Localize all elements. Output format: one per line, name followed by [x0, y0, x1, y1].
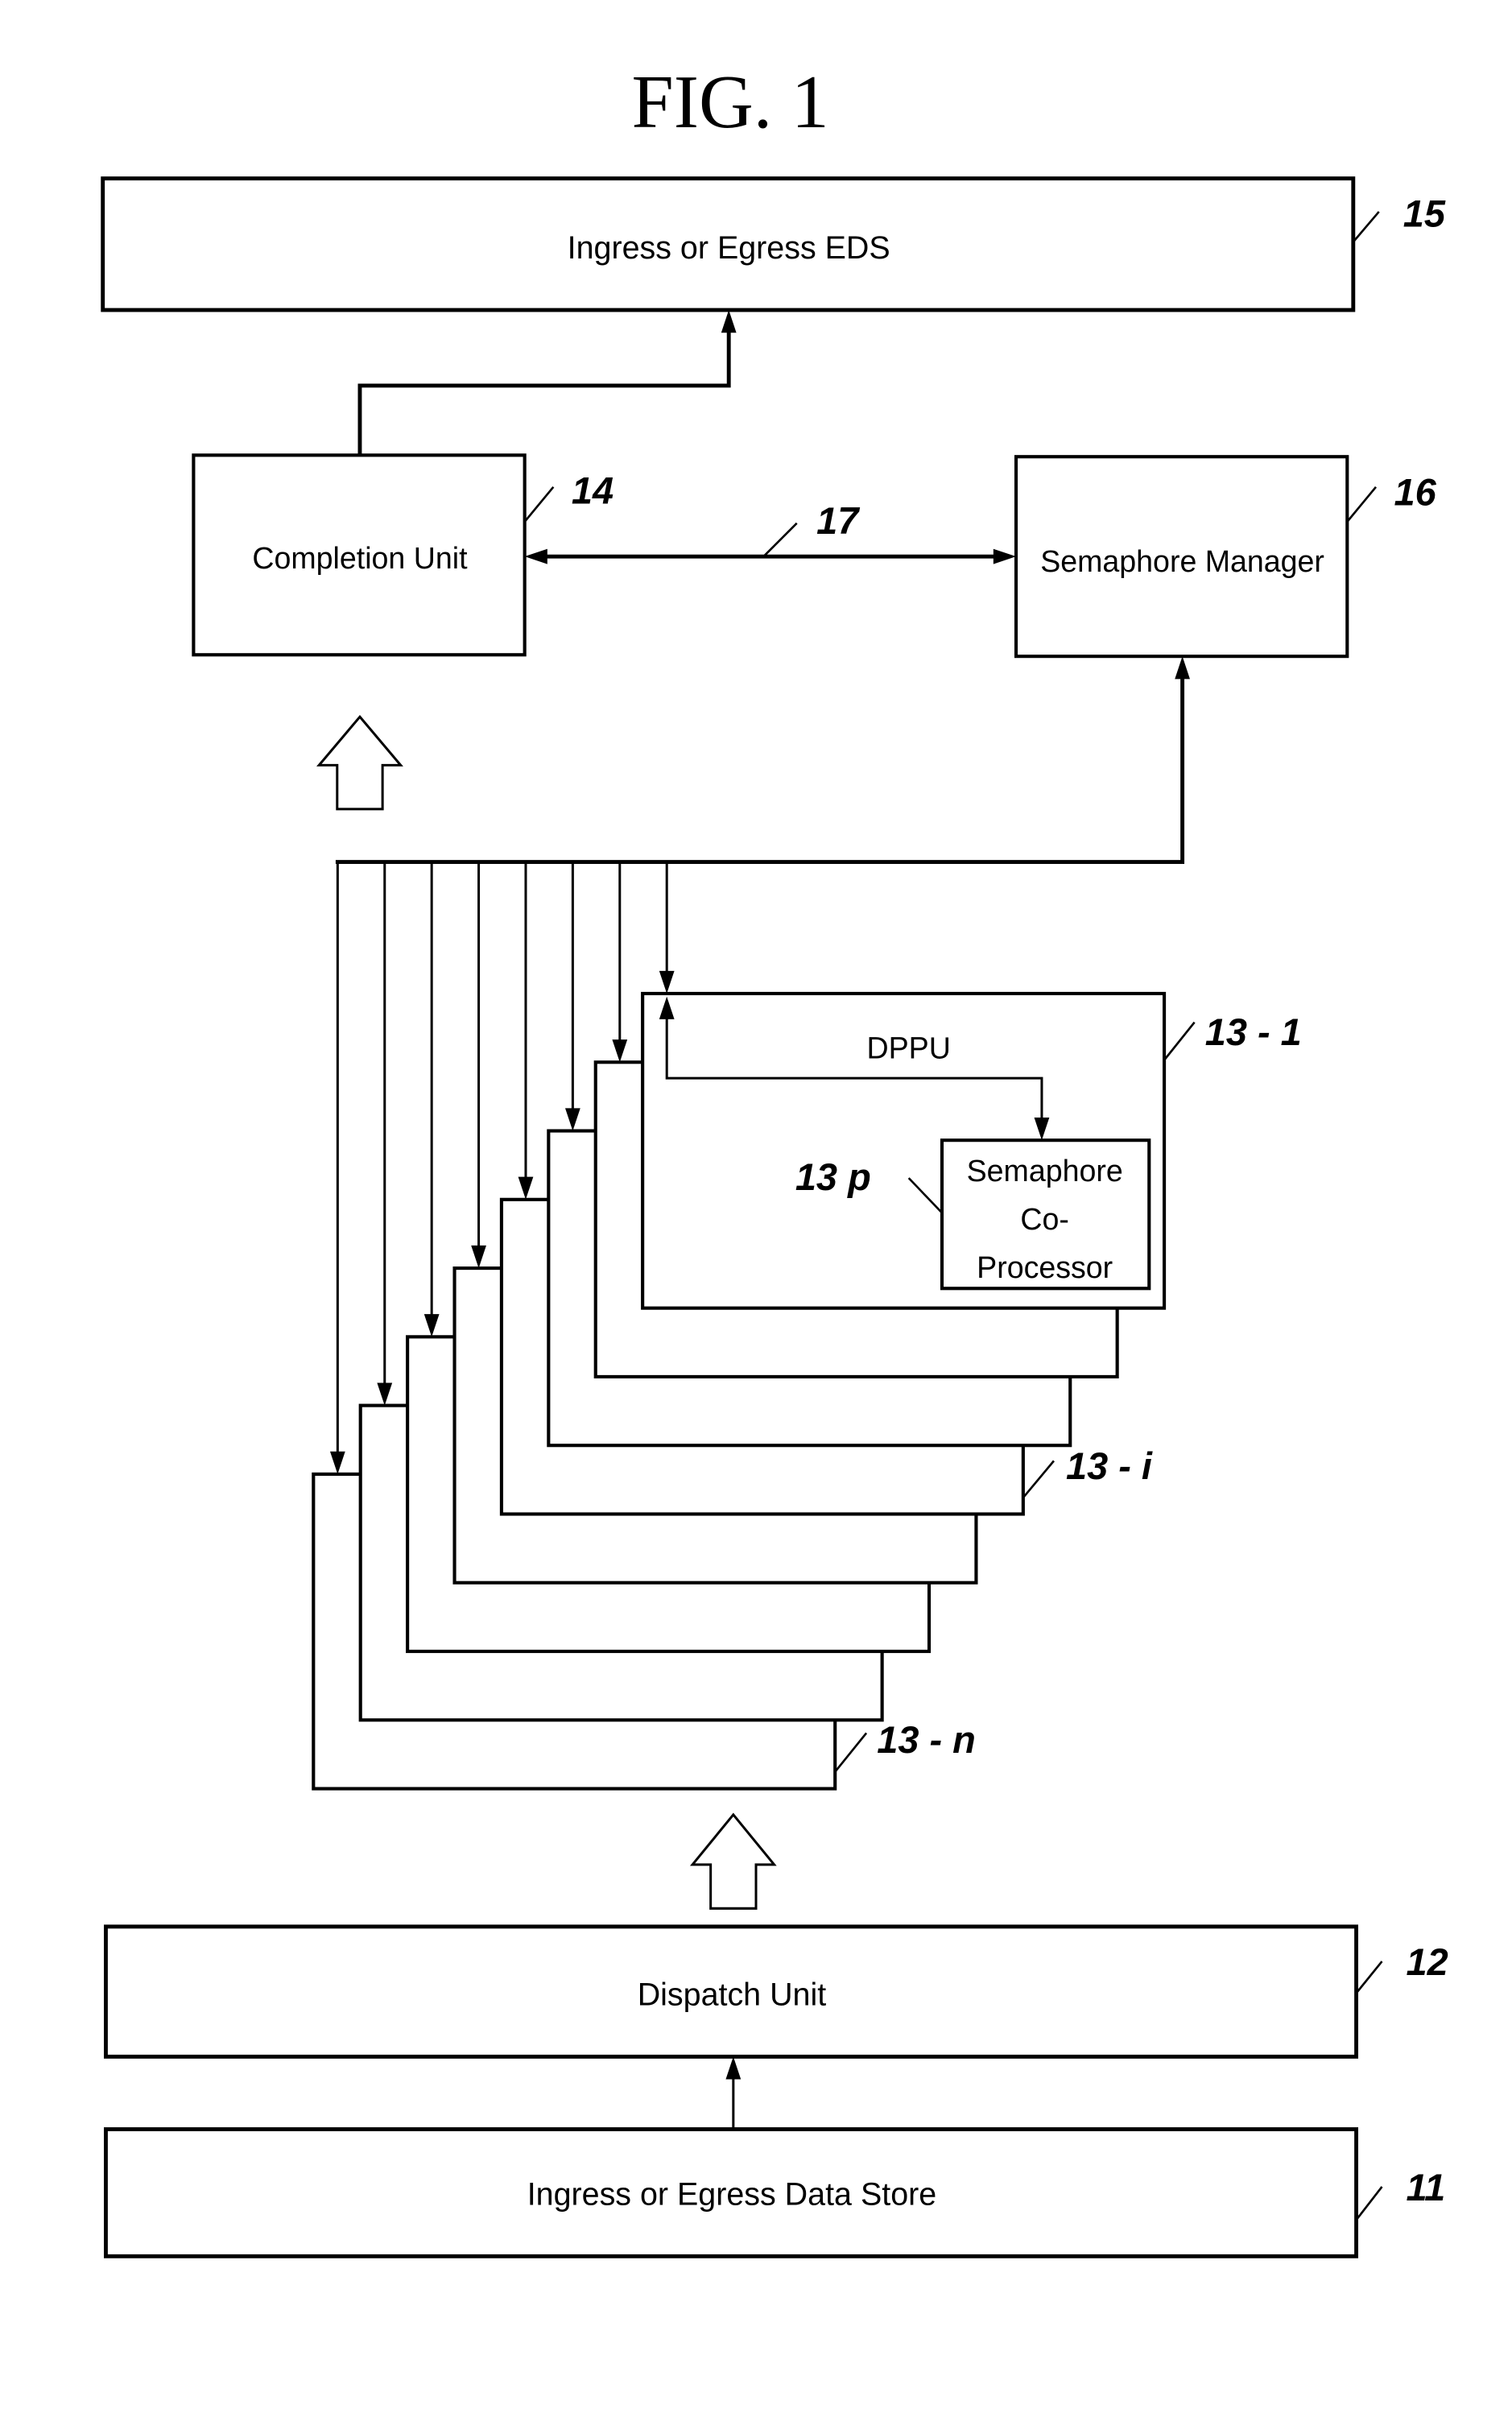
eds-ref-leader: [1352, 211, 1380, 243]
semaphore-manager-block: Semaphore Manager 16: [1014, 455, 1437, 659]
link-17-ref: 17: [816, 499, 860, 542]
data-store-ref: 11: [1407, 2166, 1446, 2209]
figure-title: FIG. 1: [631, 60, 828, 144]
dppu-label: DPPU: [867, 1031, 951, 1065]
link-17-ref-leader: [762, 522, 798, 558]
semaphore-manager-ref-leader: [1346, 486, 1377, 523]
arrowhead-left-icon: [524, 548, 547, 564]
dispatch-unit-ref: 12: [1407, 1940, 1448, 1983]
store-to-dispatch-arrow: [725, 2056, 742, 2130]
eds-block: Ingress or Egress EDS 15: [101, 176, 1446, 312]
hollow-arrow-up-icon: [689, 1812, 777, 1910]
data-store-ref-leader: [1355, 2186, 1383, 2221]
arrowhead-down-icon: [471, 1245, 486, 1269]
dispatch-unit-block: Dispatch Unit 12: [104, 1924, 1448, 2059]
arrowhead-down-icon: [564, 1108, 580, 1131]
semaphore-manager-label: Semaphore Manager: [1040, 544, 1324, 578]
dispatch-unit-label: Dispatch Unit: [638, 1977, 827, 2013]
dppu-stack: [312, 991, 1167, 1791]
completion-unit-ref: 14: [572, 469, 613, 511]
dppu-last-ref: 13 - n: [877, 1718, 976, 1761]
dppu-first-ref: 13 - 1: [1205, 1010, 1302, 1053]
arrowhead-down-icon: [423, 1314, 440, 1337]
dispatch-unit-ref-leader: [1355, 1961, 1383, 1994]
arrowhead-down-icon: [329, 1451, 345, 1474]
completion-to-eds-line: [357, 329, 731, 454]
arrowhead-right-icon: [993, 548, 1017, 564]
coprocessor-line-2: Co-: [1020, 1202, 1069, 1236]
data-store-label: Ingress or Egress Data Store: [527, 2176, 937, 2212]
bus-to-semaphore-manager: [335, 676, 1185, 865]
dppu-first-ref-leader: [1163, 1021, 1196, 1061]
arrowhead-down-icon: [377, 1382, 393, 1406]
coprocessor-line-3: Processor: [977, 1250, 1113, 1284]
coprocessor-line-1: Semaphore: [967, 1154, 1123, 1188]
arrowhead-up-icon: [1175, 656, 1190, 680]
dppu-last-ref-leader: [833, 1732, 868, 1774]
coprocessor-ref: 13 p: [795, 1155, 871, 1198]
semaphore-manager-ref: 16: [1394, 470, 1437, 513]
dppu-middle-ref-leader: [1022, 1460, 1055, 1498]
completion-unit-ref-leader: [523, 486, 555, 523]
dppu-middle-ref: 13 - i: [1066, 1444, 1153, 1487]
completion-to-eds-arrow: [357, 310, 737, 454]
hollow-arrow-up-icon: [316, 714, 403, 811]
completion-unit-label: Completion Unit: [252, 541, 468, 575]
arrowhead-down-icon: [518, 1176, 534, 1200]
semaphore-bus: [335, 656, 1190, 865]
arrowhead-up-icon: [721, 310, 737, 333]
arrowhead-down-icon: [659, 970, 675, 994]
data-store-block: Ingress or Egress Data Store 11: [104, 2127, 1446, 2258]
eds-ref: 15: [1403, 192, 1446, 235]
fig1-diagram: FIG. 1 Ingress or Egress EDS 15 Completi…: [101, 60, 1448, 2258]
eds-label: Ingress or Egress EDS: [568, 230, 890, 266]
arrowhead-up-icon: [725, 2056, 742, 2080]
arrowhead-down-icon: [612, 1039, 628, 1063]
